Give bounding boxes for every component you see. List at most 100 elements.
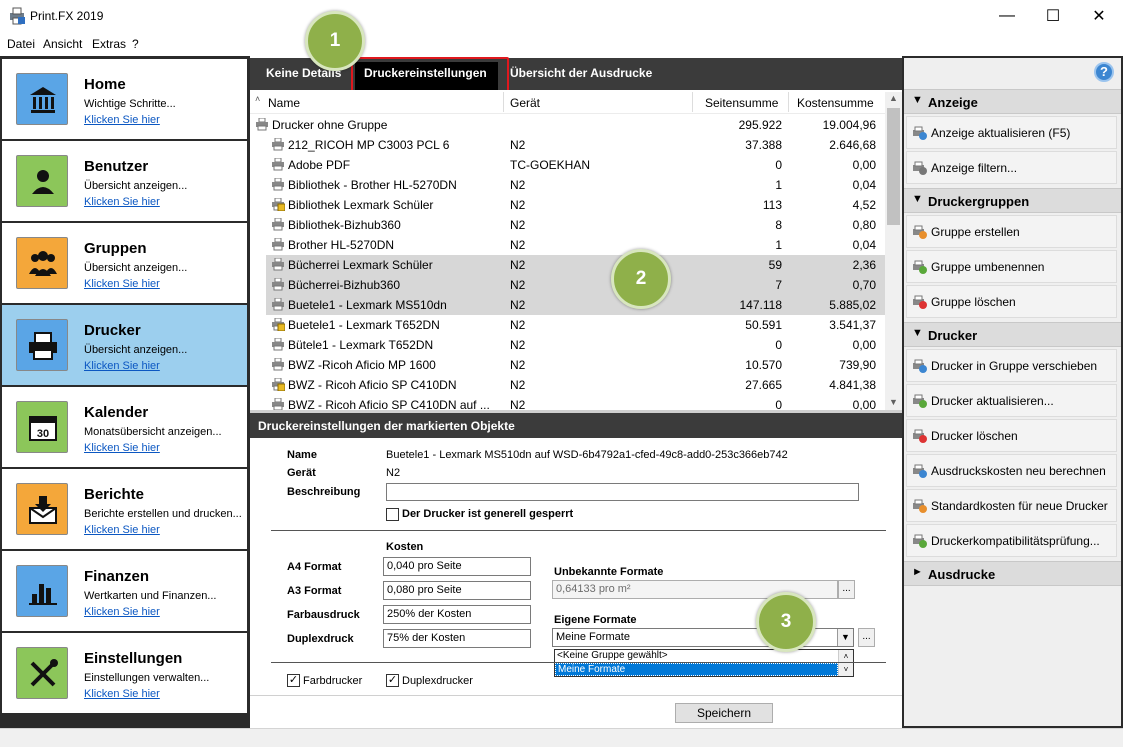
- table-row[interactable]: Brother HL-5270DN N2 1 0,04: [250, 235, 885, 255]
- scrollbar-thumb[interactable]: [887, 108, 900, 225]
- column-divider[interactable]: [503, 92, 504, 112]
- nav-item-home[interactable]: Home Wichtige Schritte... Klicken Sie hier: [2, 59, 247, 139]
- section-druckergruppen[interactable]: ▼ Druckergruppen: [904, 188, 1121, 213]
- nav-link[interactable]: Klicken Sie hier: [84, 196, 160, 208]
- table-row[interactable]: Bibliothek-Bizhub360 N2 8 0,80: [250, 215, 885, 235]
- menu-help[interactable]: ?: [132, 37, 139, 51]
- calendar-icon: 30: [16, 401, 68, 453]
- nav-item-benutzer[interactable]: Benutzer Übersicht anzeigen... Klicken Sie…: [2, 141, 247, 221]
- a3-label: A3 Format: [287, 585, 342, 597]
- row-name: 212_RICOH MP C3003 PCL 6: [288, 138, 450, 152]
- action-button[interactable]: Gruppe erstellen: [906, 215, 1117, 248]
- description-input[interactable]: [386, 483, 859, 501]
- duplex-field[interactable]: 75% der Kosten: [383, 629, 531, 648]
- help-icon[interactable]: ?: [1094, 62, 1114, 82]
- table-row[interactable]: Bibliothek - Brother HL-5270DN N2 1 0,04: [250, 175, 885, 195]
- table-row[interactable]: Buetele1 - Lexmark T652DN N2 50.591 3.541,3…: [250, 315, 885, 335]
- row-cost: 0,00: [852, 338, 876, 352]
- row-device: N2: [510, 178, 526, 192]
- section-drucker[interactable]: ▼ Drucker: [904, 322, 1121, 347]
- table-row[interactable]: BWZ - Ricoh Aficio SP C410DN N2 27.665 4.84…: [250, 375, 885, 395]
- nav-item-kalender[interactable]: 30 Kalender Monatsübersicht anzeigen... Kli…: [2, 387, 247, 467]
- scroll-up-icon[interactable]: ▲: [889, 93, 898, 103]
- row-cost: 2,36: [852, 258, 876, 272]
- duplexprinter-checkbox[interactable]: ✓: [386, 674, 399, 687]
- a3-cost-field[interactable]: 0,080 pro Seite: [383, 581, 531, 600]
- save-button[interactable]: Speichern: [675, 703, 773, 723]
- menu-datei[interactable]: Datei: [7, 37, 35, 51]
- color-print-field[interactable]: 250% der Kosten: [383, 605, 531, 624]
- section-anzeige[interactable]: ▼ Anzeige: [904, 89, 1121, 114]
- tab-uebersicht-ausdrucke[interactable]: Übersicht der Ausdrucke: [510, 66, 652, 80]
- description-label: Beschreibung: [287, 486, 361, 498]
- menu-ansicht[interactable]: Ansicht: [43, 37, 82, 51]
- section-ausdrucke[interactable]: ► Ausdrucke: [904, 561, 1121, 586]
- nav-link[interactable]: Klicken Sie hier: [84, 278, 160, 290]
- printer-icon: [271, 237, 285, 251]
- nav-link[interactable]: Klicken Sie hier: [84, 360, 160, 372]
- colorprinter-checkbox[interactable]: ✓: [287, 674, 300, 687]
- nav-link[interactable]: Klicken Sie hier: [84, 606, 160, 618]
- action-button[interactable]: Drucker aktualisieren...: [906, 384, 1117, 417]
- nav-item-drucker[interactable]: Drucker Übersicht anzeigen... Klicken Sie …: [2, 305, 247, 385]
- action-button[interactable]: Anzeige aktualisieren (F5): [906, 116, 1117, 149]
- table-row[interactable]: BWZ -Ricoh Aficio MP 1600 N2 10.570 739,90: [250, 355, 885, 375]
- row-device: N2: [510, 338, 526, 352]
- column-pages[interactable]: Seitensumme: [705, 96, 778, 110]
- divider: [271, 662, 886, 663]
- column-cost[interactable]: Kostensumme: [797, 96, 874, 110]
- close-button[interactable]: ✕: [1076, 0, 1122, 32]
- column-divider[interactable]: [788, 92, 789, 112]
- action-button[interactable]: Druckerkompatibilitätsprüfung...: [906, 524, 1117, 557]
- table-row[interactable]: Bücherrei-Bizhub360 N2 7 0,70: [266, 275, 885, 295]
- section-title: Drucker: [928, 328, 978, 343]
- action-button[interactable]: Gruppe löschen: [906, 285, 1117, 318]
- step-badge-2: 2: [611, 249, 671, 309]
- table-row[interactable]: Adobe PDF TC-GOEKHAN 0 0,00: [250, 155, 885, 175]
- scroll-down-icon[interactable]: ▼: [889, 397, 898, 407]
- table-row[interactable]: Bücherrei Lexmark Schüler N2 59 2,36: [266, 255, 885, 275]
- menu-extras[interactable]: Extras: [92, 37, 126, 51]
- row-name: Bücherrei Lexmark Schüler: [288, 258, 433, 272]
- action-button[interactable]: Drucker in Gruppe verschieben: [906, 349, 1117, 382]
- row-cost: 4.841,38: [829, 378, 876, 392]
- maximize-button[interactable]: ☐: [1030, 0, 1076, 32]
- action-label: Drucker aktualisieren...: [931, 394, 1054, 408]
- nav-link[interactable]: Klicken Sie hier: [84, 114, 160, 126]
- action-button[interactable]: Gruppe umbenennen: [906, 250, 1117, 283]
- nav-link[interactable]: Klicken Sie hier: [84, 442, 160, 454]
- a4-cost-field[interactable]: 0,040 pro Seite: [383, 557, 531, 576]
- action-button[interactable]: Drucker löschen: [906, 419, 1117, 452]
- column-divider[interactable]: [692, 92, 693, 112]
- dropdown-option-meine-formate[interactable]: Meine Formate: [555, 663, 838, 676]
- action-label: Gruppe löschen: [931, 295, 1016, 309]
- nav-item-finanzen[interactable]: Finanzen Wertkarten und Finanzen... Klicke…: [2, 551, 247, 631]
- group-row[interactable]: Drucker ohne Gruppe 295.922 19.004,96: [250, 115, 885, 135]
- action-button[interactable]: Ausdruckskosten neu berechnen: [906, 454, 1117, 487]
- column-name[interactable]: Name: [268, 96, 300, 110]
- table-row[interactable]: Bibliothek Lexmark Schüler N2 113 4,52: [250, 195, 885, 215]
- dropdown-scrollbar[interactable]: ˄ ˅: [838, 650, 853, 676]
- locked-checkbox[interactable]: [386, 508, 399, 521]
- step-badge-3: 3: [756, 592, 816, 652]
- nav-link[interactable]: Klicken Sie hier: [84, 524, 160, 536]
- nav-item-gruppen[interactable]: Gruppen Übersicht anzeigen... Klicken Sie …: [2, 223, 247, 303]
- row-cost: 739,90: [839, 358, 876, 372]
- nav-title: Gruppen: [84, 240, 147, 257]
- chevron-down-icon[interactable]: ▼: [837, 629, 853, 646]
- action-button[interactable]: Standardkosten für neue Drucker: [906, 489, 1117, 522]
- nav-item-einstellungen[interactable]: Einstellungen Einstellungen verwalten... K…: [2, 633, 247, 713]
- custom-formats-browse-button[interactable]: ...: [858, 628, 875, 647]
- row-name: Buetele1 - Lexmark MS510dn: [288, 298, 447, 312]
- nav-link[interactable]: Klicken Sie hier: [84, 688, 160, 700]
- action-button[interactable]: Anzeige filtern...: [906, 151, 1117, 184]
- unknown-formats-browse-button[interactable]: ...: [838, 580, 855, 599]
- action-label: Drucker löschen: [931, 429, 1018, 443]
- column-device[interactable]: Gerät: [510, 96, 540, 110]
- table-row[interactable]: Bütele1 - Lexmark T652DN N2 0 0,00: [250, 335, 885, 355]
- nav-item-berichte[interactable]: Berichte Berichte erstellen und drucken..…: [2, 469, 247, 549]
- row-pages: 37.388: [745, 138, 782, 152]
- table-row[interactable]: Buetele1 - Lexmark MS510dn N2 147.118 5.885…: [266, 295, 885, 315]
- minimize-button[interactable]: —: [984, 0, 1030, 32]
- table-row[interactable]: 212_RICOH MP C3003 PCL 6 N2 37.388 2.646,68: [250, 135, 885, 155]
